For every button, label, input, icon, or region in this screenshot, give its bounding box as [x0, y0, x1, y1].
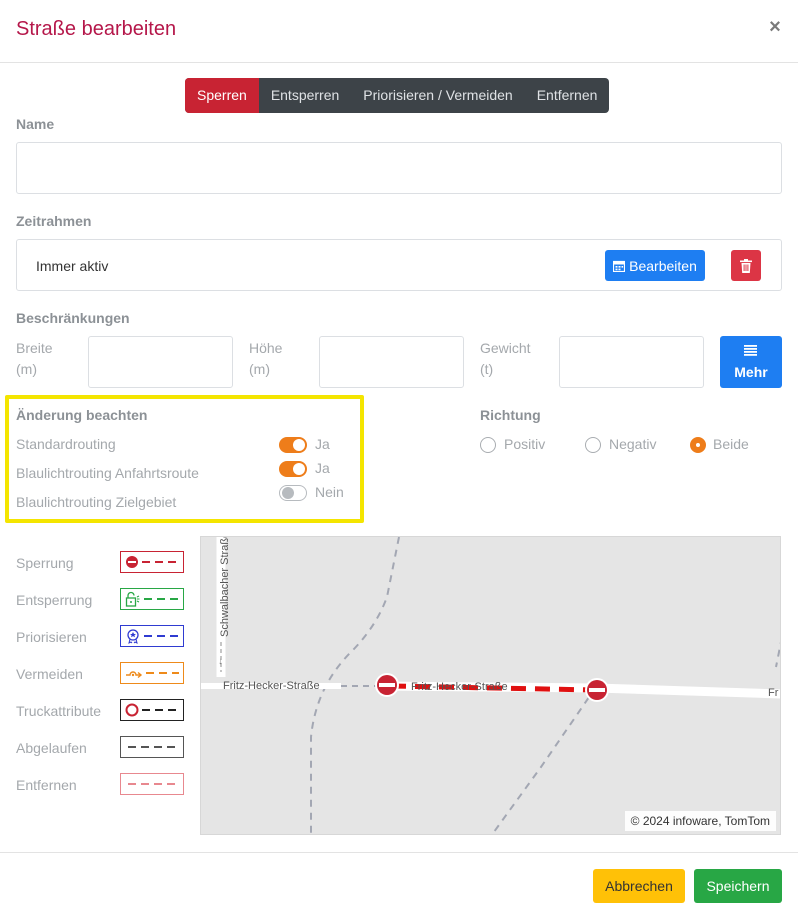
legend-entfernen-label: Entfernen: [16, 777, 77, 793]
street-label: Fr: [768, 687, 779, 699]
zeitrahmen-label: Zeitrahmen: [16, 213, 92, 229]
mehr-button[interactable]: Mehr: [720, 336, 782, 388]
map-view[interactable]: Fritz-Hecker-Straße Fritz-Hecker-Straße …: [200, 536, 781, 835]
zielgebiet-state: Nein: [315, 484, 344, 500]
mehr-label: Mehr: [734, 364, 768, 380]
trash-icon: [740, 258, 752, 273]
street-label: Fritz-Hecker-Straße: [223, 680, 320, 692]
dash-line: [142, 709, 179, 711]
bearbeiten-button[interactable]: Bearbeiten: [605, 250, 705, 281]
save-button[interactable]: Speichern: [694, 869, 782, 903]
calendar-icon: [613, 260, 626, 272]
legend-priorisieren: [120, 625, 184, 647]
modal-title: Straße bearbeiten: [16, 18, 177, 40]
tab-sperren[interactable]: Sperren: [185, 78, 259, 113]
dash-line: [144, 598, 179, 600]
richtung-positiv-label: Positiv: [504, 436, 546, 452]
close-button[interactable]: ×: [766, 16, 784, 38]
zeitrahmen-value: Immer aktiv: [36, 258, 109, 274]
legend-entsperrung: [120, 588, 184, 610]
delete-zeitrahmen-button[interactable]: [731, 250, 761, 281]
dash-line: [128, 746, 177, 748]
legend-abgelaufen-label: Abgelaufen: [16, 740, 87, 756]
tab-priorisieren-vermeiden[interactable]: Priorisieren / Vermeiden: [351, 78, 524, 113]
legend-vermeiden: [120, 662, 184, 684]
dash-line: [128, 783, 177, 785]
legend-truckattribute: [120, 699, 184, 721]
legend-priorisieren-label: Priorisieren: [16, 629, 87, 645]
badge-icon: [127, 629, 139, 644]
richtung-beide-radio[interactable]: [690, 437, 706, 453]
circle-icon: [125, 703, 139, 717]
hoehe-input[interactable]: [319, 336, 464, 388]
map-attribution: © 2024 infoware, TomTom: [624, 811, 776, 831]
standardrouting-state: Ja: [315, 436, 330, 452]
breite-label: Breite: [16, 340, 53, 356]
anfahrtsroute-state: Ja: [315, 460, 330, 476]
anfahrtsroute-toggle[interactable]: [279, 461, 307, 477]
hoehe-label: Höhe: [249, 340, 283, 356]
gewicht-input[interactable]: [559, 336, 704, 388]
gewicht-unit: (t): [480, 361, 494, 377]
anfahrtsroute-label: Blaulichtrouting Anfahrtsroute: [16, 465, 199, 481]
tab-entsperren[interactable]: Entsperren: [259, 78, 351, 113]
street-label: Fritz-Hecker-Straße: [411, 681, 508, 693]
tab-entfernen[interactable]: Entfernen: [525, 78, 610, 113]
action-tabs: Sperren Entsperren Priorisieren / Vermei…: [185, 78, 610, 113]
standardrouting-toggle[interactable]: [279, 437, 307, 453]
header-divider: [0, 62, 798, 63]
breite-unit: (m): [16, 361, 37, 377]
richtung-negativ-radio[interactable]: [585, 437, 601, 453]
dash-line: [142, 561, 179, 563]
zielgebiet-label: Blaulichtrouting Zielgebiet: [16, 494, 177, 510]
beschraenkungen-label: Beschränkungen: [16, 310, 130, 326]
dash-line: [146, 672, 179, 674]
map-canvas: Fritz-Hecker-Straße Fritz-Hecker-Straße …: [201, 537, 780, 834]
gewicht-label: Gewicht: [480, 340, 531, 356]
legend-abgelaufen: [120, 736, 184, 758]
name-input[interactable]: [16, 142, 782, 194]
richtung-positiv-radio[interactable]: [480, 437, 496, 453]
no-entry-icon: [126, 556, 138, 568]
richtung-beide-label: Beide: [713, 436, 749, 452]
bearbeiten-label: Bearbeiten: [629, 257, 697, 274]
footer-divider: [0, 852, 798, 853]
legend-entfernen: [120, 773, 184, 795]
aenderung-label: Änderung beachten: [16, 407, 148, 423]
map-path: [775, 641, 780, 668]
detour-icon: [126, 671, 143, 679]
standardrouting-label: Standardrouting: [16, 436, 116, 452]
zielgebiet-toggle[interactable]: [279, 485, 307, 501]
legend-truckattribute-label: Truckattribute: [16, 703, 102, 719]
map-path: [491, 686, 597, 834]
legend-sperrung-label: Sperrung: [16, 555, 74, 571]
breite-input[interactable]: [88, 336, 233, 388]
cancel-button[interactable]: Abbrechen: [593, 869, 685, 903]
legend-sperrung: [120, 551, 184, 573]
list-icon: [744, 345, 757, 356]
unlock-icon: [125, 591, 140, 607]
legend-vermeiden-label: Vermeiden: [16, 666, 83, 682]
richtung-negativ-label: Negativ: [609, 436, 657, 452]
dash-line: [144, 635, 179, 637]
richtung-label: Richtung: [480, 407, 541, 423]
hoehe-unit: (m): [249, 361, 270, 377]
svg-text:↓: ↓: [218, 656, 223, 667]
no-entry-marker: [585, 678, 609, 702]
street-label: Schwalbacher Straße: [219, 537, 231, 637]
legend-entsperrung-label: Entsperrung: [16, 592, 93, 608]
name-label: Name: [16, 116, 55, 132]
no-entry-marker: [375, 673, 399, 697]
